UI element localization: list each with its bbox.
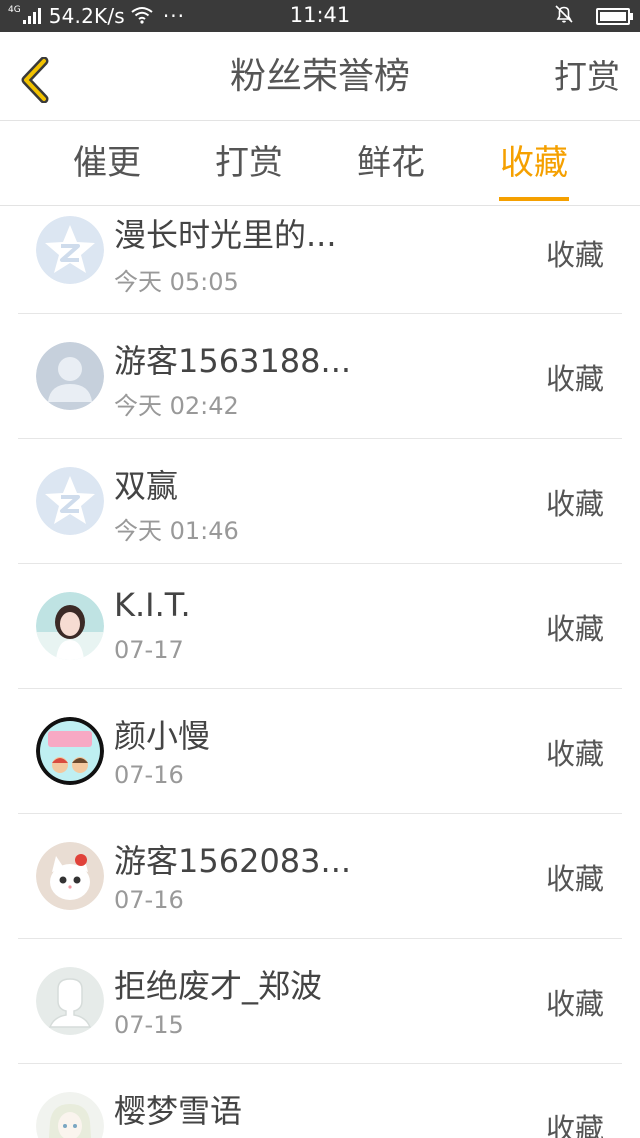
action-label: 收藏 (545, 1112, 604, 1138)
list-item[interactable]: 拒绝废才_郑波 07-15 收藏 (0, 939, 640, 1064)
user-name: 游客1562083... (114, 842, 352, 880)
tab-favorites[interactable]: 收藏 (499, 122, 569, 206)
action-label: 收藏 (545, 612, 604, 646)
user-name: 双赢 (114, 467, 179, 505)
timestamp: 今天 02:42 (114, 392, 239, 420)
user-name: 拒绝废才_郑波 (114, 967, 323, 1005)
chevron-left-icon (21, 57, 49, 103)
user-name: K.I.T. (114, 586, 191, 624)
header: 粉丝荣誉榜 打赏 (0, 32, 640, 121)
page-title: 粉丝荣誉榜 (229, 56, 410, 97)
tab-bar: 催更 打赏 鲜花 收藏 (0, 122, 640, 206)
user-name: 漫长时光里的... (114, 216, 337, 254)
qq-star-icon (36, 216, 104, 284)
timestamp: 07-16 (114, 886, 184, 914)
user-name: 颜小慢 (114, 717, 211, 755)
timestamp: 今天 01:46 (114, 517, 239, 545)
tab-flowers[interactable]: 鲜花 (356, 122, 426, 206)
action-label: 收藏 (545, 862, 604, 896)
list-item[interactable]: 漫长时光里的... 今天 05:05 收藏 (0, 206, 640, 314)
outline-person-icon (36, 967, 104, 1035)
timestamp: 07-15 (114, 1011, 184, 1039)
action-label: 收藏 (545, 737, 604, 771)
user-name: 游客1563188... (114, 342, 352, 380)
user-avatar-photo (36, 842, 104, 910)
user-avatar-photo (36, 1092, 104, 1138)
battery-icon (596, 7, 633, 25)
tab-urge[interactable]: 催更 (72, 122, 142, 206)
action-label: 收藏 (545, 987, 604, 1021)
list-item[interactable]: 樱梦雪语 收藏 (0, 1064, 640, 1138)
action-label: 收藏 (545, 238, 604, 272)
timestamp: 今天 05:05 (114, 268, 239, 296)
reward-button[interactable]: 打赏 (554, 32, 620, 121)
list-item[interactable]: K.I.T. 07-17 收藏 (0, 564, 640, 689)
list-item[interactable]: 颜小慢 07-16 收藏 (0, 689, 640, 814)
fan-list: 漫长时光里的... 今天 05:05 收藏 游客1563188... 今天 02… (0, 206, 640, 1138)
action-label: 收藏 (545, 362, 604, 396)
user-name: 樱梦雪语 (114, 1092, 243, 1130)
list-item[interactable]: 游客1563188... 今天 02:42 收藏 (0, 314, 640, 439)
back-button[interactable] (14, 56, 54, 104)
timestamp: 07-16 (114, 761, 184, 789)
bell-muted-icon (554, 4, 574, 29)
action-label: 收藏 (545, 487, 604, 521)
user-avatar-photo (36, 592, 104, 660)
user-avatar-photo (36, 717, 104, 785)
clock: 11:41 (289, 3, 351, 27)
list-item[interactable]: 双赢 今天 01:46 收藏 (0, 439, 640, 564)
default-person-icon (36, 342, 104, 410)
list-item[interactable]: 游客1562083... 07-16 收藏 (0, 814, 640, 939)
timestamp: 07-17 (114, 636, 184, 664)
status-right (554, 4, 633, 29)
tab-reward[interactable]: 打赏 (214, 122, 284, 206)
qq-star-icon (36, 467, 104, 535)
status-bar: 4G 54.2K/s ··· 11:41 (0, 0, 640, 32)
